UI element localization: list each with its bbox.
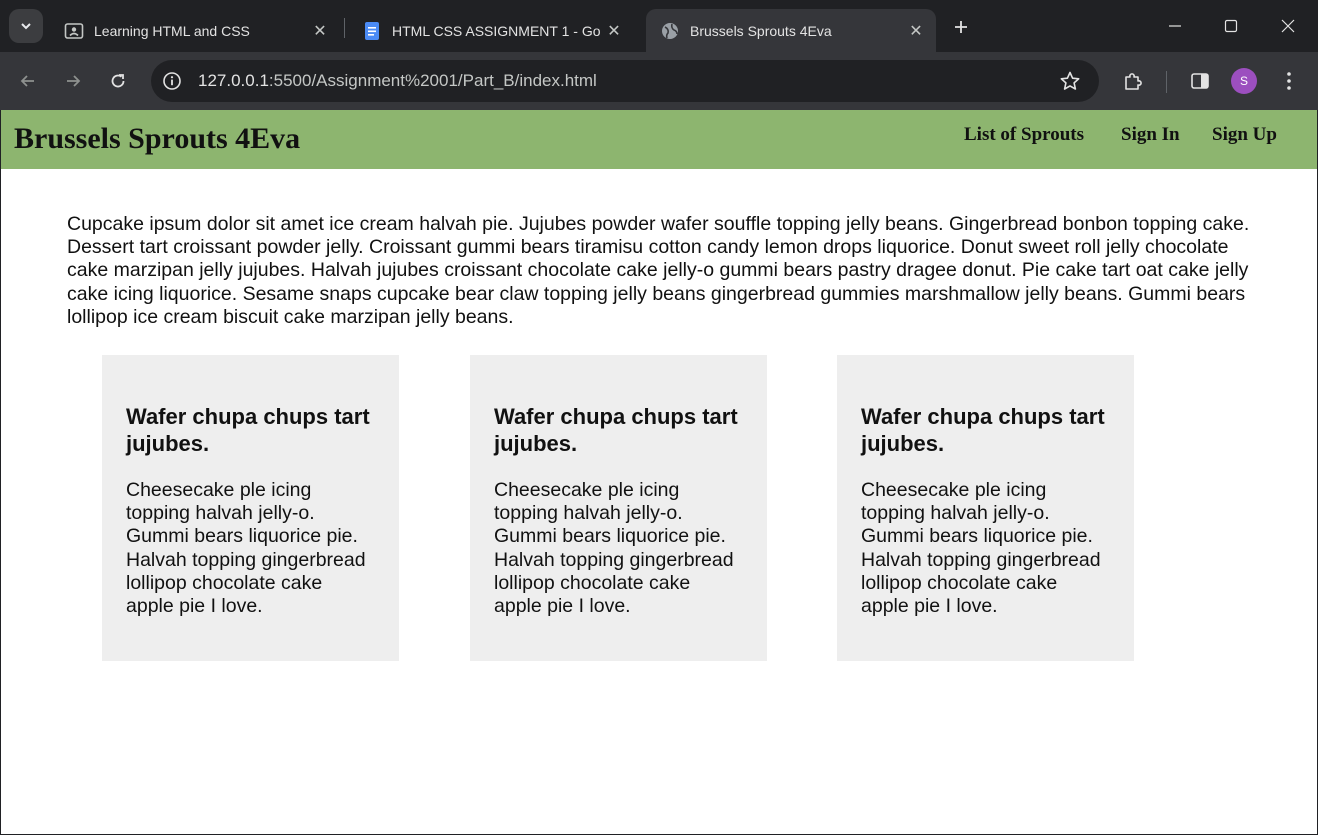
card-heading: Wafer chupa chups tart jujubes.	[494, 404, 738, 456]
tab-strip: Learning HTML and CSS ✕ HTML CSS ASSIGNM…	[0, 0, 1318, 52]
new-tab-button[interactable]	[946, 12, 976, 42]
profile-avatar[interactable]: S	[1231, 68, 1257, 94]
url-path: :5500/Assignment%2001/Part_B/index.html	[268, 71, 597, 90]
card: Wafer chupa chups tart jujubes. Cheeseca…	[102, 355, 399, 661]
site-info-icon[interactable]	[160, 69, 184, 93]
close-icon[interactable]: ✕	[904, 19, 928, 43]
url-text: 127.0.0.1:5500/Assignment%2001/Part_B/in…	[198, 71, 1055, 91]
profile-initial: S	[1239, 74, 1248, 88]
tab-title: HTML CSS ASSIGNMENT 1 - Go	[392, 22, 601, 39]
close-icon	[1281, 19, 1295, 33]
puzzle-icon	[1125, 73, 1142, 90]
kebab-menu-icon	[1287, 72, 1291, 90]
classroom-icon	[64, 21, 84, 41]
browser-toolbar: 127.0.0.1:5500/Assignment%2001/Part_B/in…	[0, 52, 1318, 110]
back-button[interactable]	[12, 65, 44, 97]
site-header: Brussels Sprouts 4Eva List of Sprouts Si…	[1, 110, 1317, 169]
window-close-button[interactable]	[1265, 6, 1311, 46]
arrow-right-icon	[67, 75, 81, 87]
card-heading: Wafer chupa chups tart jujubes.	[126, 404, 370, 456]
reload-button[interactable]	[102, 65, 134, 97]
plus-icon	[955, 21, 967, 33]
address-bar[interactable]: 127.0.0.1:5500/Assignment%2001/Part_B/in…	[151, 60, 1099, 102]
nav-link-list-of-sprouts[interactable]: List of Sprouts	[964, 124, 1084, 146]
browser-menu-button[interactable]	[1273, 65, 1305, 97]
card-heading: Wafer chupa chups tart jujubes.	[861, 404, 1105, 456]
maximize-button[interactable]	[1208, 6, 1254, 46]
side-panel-icon	[1191, 73, 1209, 89]
reload-icon	[111, 74, 125, 88]
minimize-button[interactable]	[1152, 6, 1198, 46]
intro-paragraph: Cupcake ipsum dolor sit amet ice cream h…	[67, 213, 1250, 328]
card: Wafer chupa chups tart jujubes. Cheeseca…	[470, 355, 767, 661]
tab-search-button[interactable]	[9, 9, 43, 43]
maximize-icon	[1224, 19, 1238, 33]
docs-icon	[362, 21, 382, 41]
site-title: Brussels Sprouts 4Eva	[14, 122, 301, 155]
close-icon[interactable]: ✕	[602, 19, 626, 43]
arrow-left-icon	[20, 75, 34, 87]
url-host: 127.0.0.1	[198, 71, 269, 90]
globe-icon	[660, 21, 680, 41]
card: Wafer chupa chups tart jujubes. Cheeseca…	[837, 355, 1134, 661]
forward-button[interactable]	[57, 65, 89, 97]
close-icon[interactable]: ✕	[308, 19, 332, 43]
card-body: Cheesecake ple icing topping halvah jell…	[861, 479, 1101, 618]
tab-title: Learning HTML and CSS	[94, 22, 250, 39]
tab-learning-html[interactable]: Learning HTML and CSS ✕	[50, 9, 340, 52]
chevron-down-icon	[21, 23, 31, 30]
tab-html-css-assignment[interactable]: HTML CSS ASSIGNMENT 1 - Go ✕	[348, 9, 638, 52]
tab-separator	[344, 18, 345, 38]
tab-title: Brussels Sprouts 4Eva	[690, 22, 832, 39]
toolbar-divider	[1166, 71, 1167, 93]
tab-brussels-sprouts[interactable]: Brussels Sprouts 4Eva ✕	[646, 9, 936, 52]
minimize-icon	[1169, 25, 1181, 27]
page-viewport: Brussels Sprouts 4Eva List of Sprouts Si…	[1, 110, 1317, 834]
card-body: Cheesecake ple icing topping halvah jell…	[126, 479, 366, 618]
nav-link-sign-up[interactable]: Sign Up	[1212, 124, 1277, 146]
card-body: Cheesecake ple icing topping halvah jell…	[494, 479, 734, 618]
side-panel-button[interactable]	[1184, 65, 1216, 97]
extensions-button[interactable]	[1117, 65, 1149, 97]
bookmark-star-icon[interactable]	[1055, 66, 1085, 96]
nav-link-sign-in[interactable]: Sign In	[1121, 124, 1180, 146]
